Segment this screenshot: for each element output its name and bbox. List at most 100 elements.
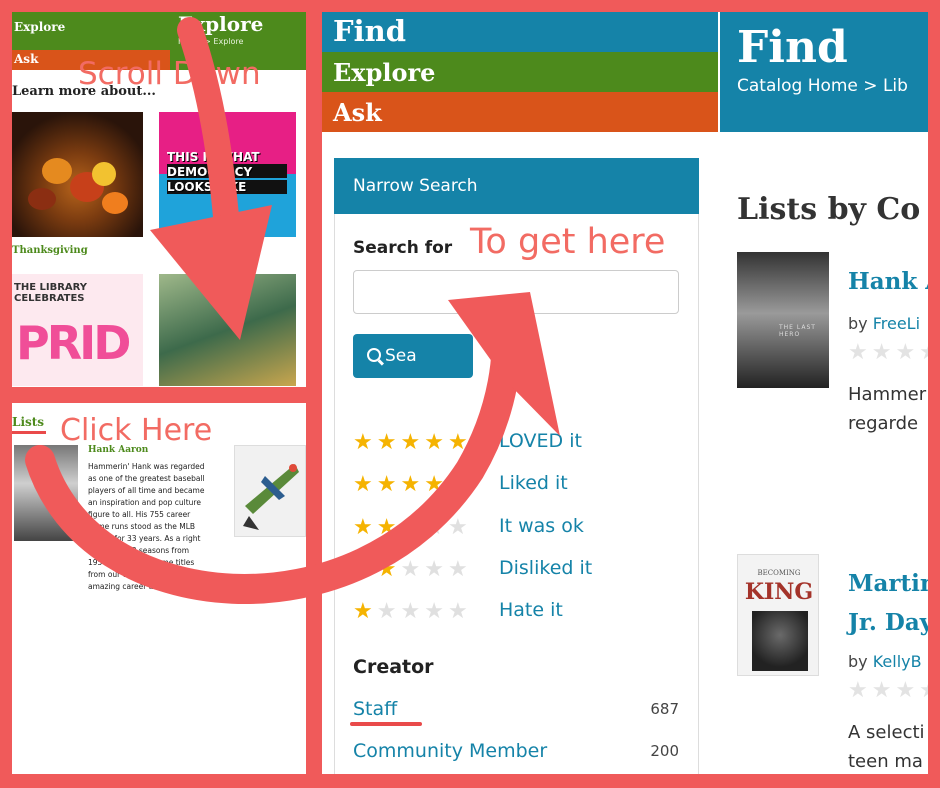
search-icon [367,348,381,362]
star-icon: ★ [353,557,377,582]
star-icon: ★ [424,472,448,497]
star-icon: ★ [353,599,377,624]
star-icon: ★ [400,599,425,624]
search-button-label: Sea [385,346,417,366]
star-icons: ★★★★★ [353,430,472,455]
list-desc-line: A selecti [848,722,925,743]
list-title-hank[interactable]: Hank A [848,268,928,295]
lists-underline [12,431,46,434]
nav-ask[interactable]: Ask [333,98,382,127]
list-rating-stars[interactable]: ★★★★★ [848,678,928,703]
book-cover-title: KING [744,579,814,605]
to-get-here-annotation: To get here [470,222,666,262]
pride-small-text: THE LIBRARY CELEBRATES [14,282,88,304]
page-title: Find [737,22,848,73]
democracy-image[interactable]: THIS IS WHAT DEMOCRACY LOOKS LIKE [159,112,296,237]
left-nav-ask[interactable]: Ask [14,52,38,66]
rating-filter-label[interactable]: Liked it [499,472,568,494]
list-title-martin-line2[interactable]: Jr. Day [848,609,928,636]
star-icon: ★ [424,599,448,624]
narrow-search-title: Narrow Search [353,176,478,196]
list-title-martin[interactable]: Martin [848,570,928,597]
list-rating-stars[interactable]: ★★★★★ [848,340,928,365]
book-cover-subtitle: BECOMING [757,569,801,577]
politics-caption[interactable]: ...cs & Politics [172,245,252,256]
thanksgiving-image[interactable] [12,112,143,237]
rating-filter-label[interactable]: It was ok [499,515,584,537]
star-icons: ★★★★★ [353,557,472,582]
list-author-martin: by KellyB [848,652,922,671]
star-icon: ★ [447,430,472,455]
star-icon: ★ [447,515,472,540]
star-icon: ★ [376,430,401,455]
rating-filter-label[interactable]: LOVED it [499,430,582,452]
left-bottom-screenshot: Lists Click Here Hank Aaron Hammerin' Ha… [12,403,306,774]
star-icon: ★ [424,557,448,582]
nav-explore[interactable]: Explore [333,58,435,87]
star-icon: ★ [400,557,425,582]
star-icon: ★ [353,515,377,540]
pride-big-text: PRID [16,316,131,370]
star-icons: ★★★★★ [353,515,472,540]
by-label: by [848,652,873,671]
search-for-label: Search for [353,238,453,258]
left-header-title: Explore [178,12,264,36]
rating-filter-row[interactable]: ★★★★★ LOVED it [353,430,582,460]
list-author-link[interactable]: FreeLi [873,314,920,333]
left-top-screenshot: Explore Ask Explore Home > Explore Learn… [12,12,306,387]
right-screenshot: Find Explore Ask Find Catalog Home > Lib… [322,12,928,774]
list-author-link[interactable]: KellyB [873,652,922,671]
star-icon: ★ [376,599,401,624]
breadcrumb[interactable]: Catalog Home > Lib [737,76,908,96]
by-label: by [848,314,873,333]
tapestry-image[interactable] [159,274,296,386]
creator-community-link[interactable]: Community Member [353,740,547,762]
rating-filter-label[interactable]: Disliked it [499,557,592,579]
scroll-down-annotation: Scroll Down [78,56,261,92]
star-icon: ★ [353,430,377,455]
star-icon: ★ [447,557,472,582]
creator-staff-count: 687 [650,700,679,718]
list-desc-line: regarde [848,413,919,434]
click-here-annotation: Click Here [60,413,213,448]
star-icon: ★ [400,430,425,455]
hank-aaron-description: Hammerin' Hank was regarded as one of th… [88,462,205,591]
pride-image[interactable]: THE LIBRARY CELEBRATES PRID [12,274,143,386]
book-cover-last-hero[interactable]: THE LAST HERO [737,252,829,388]
democracy-text: THIS IS WHAT DEMOCRACY LOOKS LIKE [167,150,260,194]
plane-icon [243,464,299,530]
star-icon: ★ [376,515,401,540]
rating-filter-row[interactable]: ★★★★★ Liked it [353,472,568,502]
rating-filter-row[interactable]: ★★★★★ Hate it [353,599,563,629]
star-icon: ★ [376,472,401,497]
star-icon: ★ [376,557,401,582]
thanksgiving-caption[interactable]: Thanksgiving [12,245,88,256]
hank-aaron-list-title[interactable]: Hank Aaron [88,445,148,455]
search-button[interactable]: Sea [353,334,473,378]
creator-heading: Creator [353,656,434,678]
star-icon: ★ [447,472,472,497]
lists-heading: Lists by Co [737,192,921,227]
star-icon: ★ [447,599,472,624]
lists-tab[interactable]: Lists [12,415,44,429]
list-author-hank: by FreeLi [848,314,920,333]
book-cover-becoming-king[interactable]: BECOMING KING [737,554,819,676]
left-nav-explore[interactable]: Explore [14,20,65,34]
nav-find[interactable]: Find [333,14,406,48]
book-cover-photo [752,611,808,671]
rating-filter-row[interactable]: ★★★★★ It was ok [353,515,584,545]
list-desc-line: teen ma [848,751,923,772]
rating-filter-row[interactable]: ★★★★★ Disliked it [353,557,592,587]
star-icons: ★★★★★ [353,472,472,497]
star-icon: ★ [353,472,377,497]
airplane-illustration[interactable] [234,445,306,537]
staff-underline-annotation [350,722,422,726]
creator-staff-link[interactable]: Staff [353,698,397,720]
star-icons: ★★★★★ [353,599,472,624]
list-desc-line: Hammer [848,384,927,405]
baseball-photo[interactable] [14,445,78,541]
rating-filter-label[interactable]: Hate it [499,599,563,621]
search-input[interactable] [353,270,679,314]
creator-community-row[interactable]: Community Member 200 [353,740,679,768]
star-icon: ★ [400,515,425,540]
